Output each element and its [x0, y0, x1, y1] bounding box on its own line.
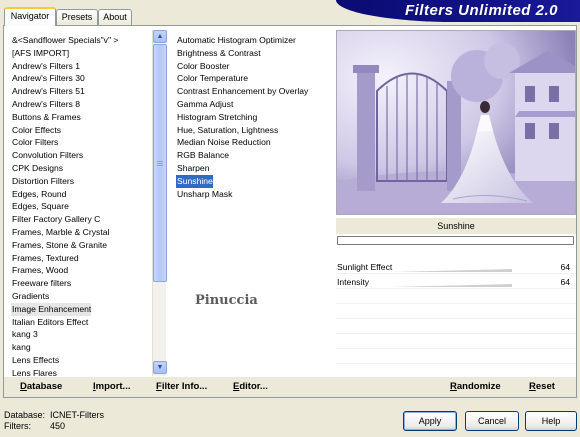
tab-about[interactable]: About [98, 9, 132, 25]
param-row-empty [336, 291, 576, 304]
category-item[interactable]: Frames, Stone & Granite [11, 239, 107, 252]
category-item[interactable]: Convolution Filters [11, 149, 83, 162]
category-item[interactable]: Frames, Marble & Crystal [11, 226, 109, 239]
parameter-panel: Sunlight Effect 64 Intensity 64 [336, 259, 576, 376]
filter-item[interactable]: Color Booster [176, 60, 230, 73]
slider-intensity[interactable] [392, 284, 512, 287]
category-item[interactable]: kang 3 [11, 328, 38, 341]
scroll-up-icon[interactable]: ▲ [153, 30, 167, 43]
filter-item[interactable]: Median Noise Reduction [176, 136, 271, 149]
list-action-bar: Database Import... Filter Info... Editor… [4, 377, 334, 397]
database-label: Database: [4, 410, 46, 420]
param-value-sunlight-effect: 64 [560, 262, 570, 272]
filter-item[interactable]: RGB Balance [176, 149, 229, 162]
filters-count: 450 [50, 421, 66, 431]
banner-title: Filters Unlimited 2.0 [404, 2, 558, 19]
category-item[interactable]: Color Effects [11, 124, 61, 137]
category-item[interactable]: &<Sandflower Specials"v" > [11, 34, 118, 47]
category-item[interactable]: Buttons & Frames [11, 111, 81, 124]
filter-item[interactable]: Unsharp Mask [176, 188, 232, 201]
category-item[interactable]: Andrew's Filters 51 [11, 85, 85, 98]
filter-item[interactable]: Brightness & Contrast [176, 47, 261, 60]
editor-link[interactable]: Editor... [233, 381, 268, 392]
param-label-intensity: Intensity [337, 277, 370, 287]
preview-scene [337, 31, 575, 214]
current-filter-name: Sunshine [336, 218, 576, 234]
scroll-thumb[interactable] [153, 44, 167, 282]
category-item[interactable]: [AFS IMPORT] [11, 47, 69, 60]
filter-item[interactable]: Color Temperature [176, 72, 248, 85]
filter-info-link[interactable]: Filter Info... [156, 381, 207, 392]
param-row-empty [336, 306, 576, 319]
filters-label: Filters: [4, 421, 31, 431]
apply-button[interactable]: Apply [403, 411, 457, 431]
category-item[interactable]: Edges, Square [11, 200, 69, 213]
help-button[interactable]: Help [525, 411, 577, 431]
category-item[interactable]: Andrew's Filters 8 [11, 98, 80, 111]
filter-item[interactable]: Sharpen [176, 162, 210, 175]
param-label-sunlight-effect: Sunlight Effect [337, 262, 393, 272]
parameter-action-bar: Randomize Reset [334, 377, 576, 397]
category-item[interactable]: Freeware filters [11, 277, 71, 290]
category-item[interactable]: Color Filters [11, 136, 58, 149]
category-item[interactable]: Frames, Wood [11, 264, 68, 277]
param-row-sunlight-effect[interactable]: Sunlight Effect 64 [336, 261, 576, 274]
param-row-intensity[interactable]: Intensity 64 [336, 276, 576, 289]
progress-bar [337, 236, 574, 245]
category-item[interactable]: Lens Flares [11, 367, 57, 376]
category-item[interactable]: Andrew's Filters 1 [11, 60, 80, 73]
watermark-text: Pinuccia [195, 293, 258, 308]
filter-item[interactable]: Histogram Stretching [176, 111, 257, 124]
database-value: ICNET-Filters [50, 410, 104, 420]
category-item[interactable]: Lens Effects [11, 354, 59, 367]
slider-sunlight-effect[interactable] [392, 269, 512, 272]
category-item[interactable]: Italian Editors Effect [11, 316, 88, 329]
category-item[interactable]: Filter Factory Gallery C [11, 213, 100, 226]
filter-item[interactable]: Contrast Enhancement by Overlay [176, 85, 308, 98]
filter-item[interactable]: Sunshine [176, 174, 213, 188]
import-link[interactable]: Import... [93, 381, 130, 392]
category-item[interactable]: Andrew's Filters 30 [11, 72, 85, 85]
preview-image [336, 30, 576, 215]
tab-navigator[interactable]: Navigator [4, 7, 56, 26]
filter-item[interactable]: Gamma Adjust [176, 98, 233, 111]
category-item[interactable]: Edges, Round [11, 188, 66, 201]
reset-link[interactable]: Reset [529, 381, 555, 392]
param-row-empty [336, 336, 576, 349]
cancel-button[interactable]: Cancel [465, 411, 519, 431]
param-row-empty [336, 351, 576, 364]
category-item[interactable]: kang [11, 341, 31, 354]
tab-presets[interactable]: Presets [56, 9, 98, 25]
category-item[interactable]: Frames, Textured [11, 252, 79, 265]
category-scrollbar[interactable]: ▲ ▼ [152, 30, 167, 376]
scroll-down-icon[interactable]: ▼ [153, 361, 167, 374]
filter-item[interactable]: Hue, Saturation, Lightness [176, 124, 278, 137]
database-link[interactable]: Database [20, 381, 62, 392]
filter-list[interactable]: Automatic Histogram Optimizer Brightness … [176, 30, 332, 376]
randomize-link[interactable]: Randomize [450, 381, 501, 392]
filter-item[interactable]: Automatic Histogram Optimizer [176, 34, 296, 47]
category-item[interactable]: Image Enhancement [11, 302, 92, 316]
category-item[interactable]: Gradients [11, 290, 49, 303]
category-item[interactable]: CPK Designs [11, 162, 63, 175]
category-item[interactable]: Distortion Filters [11, 175, 74, 188]
param-row-empty [336, 321, 576, 334]
param-value-intensity: 64 [560, 277, 570, 287]
category-list[interactable]: &<Sandflower Specials"v" > [AFS IMPORT] An… [11, 30, 152, 376]
title-banner: Filters Unlimited 2.0 [336, 0, 580, 22]
